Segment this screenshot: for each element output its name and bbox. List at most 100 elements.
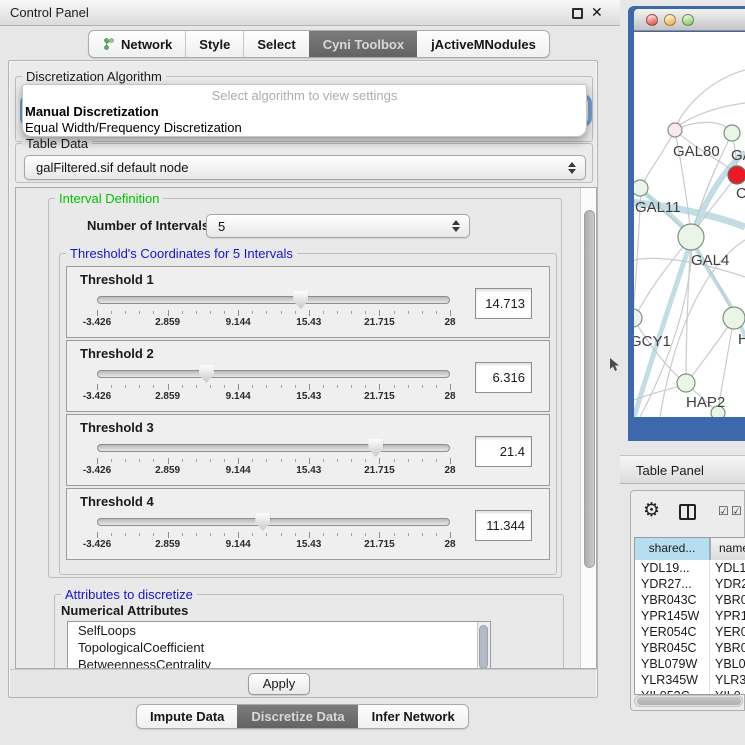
tick-label: 28	[444, 317, 455, 328]
network-node[interactable]	[723, 307, 745, 329]
threshold-row-1: Threshold 1-3.4262.8599.14415.4321.71528…	[66, 266, 550, 338]
select-columns-icon[interactable]: ☑	[718, 504, 729, 518]
network-canvas[interactable]: GAL80GAGAL11CGAL4GCY1HHAP2	[634, 32, 745, 417]
tick-label: 2.859	[155, 539, 180, 550]
threshold-value-field[interactable]: 21.4	[475, 436, 532, 467]
table-row[interactable]: YIL052CYIL0	[635, 688, 745, 695]
vertical-scrollbar-thumb[interactable]	[584, 210, 595, 568]
slider-thumb[interactable]	[368, 439, 383, 457]
tick-mark	[97, 458, 98, 464]
threshold-value-field[interactable]: 11.344	[475, 510, 532, 541]
threshold-label: Threshold 3	[80, 420, 154, 435]
tick-mark	[182, 533, 183, 536]
list-scrollbar[interactable]	[477, 622, 490, 669]
slider-thumb[interactable]	[199, 365, 214, 383]
split-panel-icon[interactable]	[679, 504, 696, 520]
vertical-scrollbar[interactable]	[580, 188, 597, 668]
slider-track[interactable]	[97, 296, 450, 304]
table-row[interactable]: YDL19...YDL1	[635, 560, 745, 576]
tick-mark	[196, 311, 197, 314]
group-title: Table Data	[22, 136, 92, 151]
table-row[interactable]: YLR345WYLR3	[635, 672, 745, 688]
tick-mark	[224, 533, 225, 536]
tab-network[interactable]: Network	[89, 31, 185, 57]
tab-infer-network[interactable]: Infer Network	[358, 705, 468, 728]
column-header-shared-name[interactable]: shared...	[635, 538, 710, 560]
attributes-list[interactable]: SelfLoopsTopologicalCoefficientBetweenne…	[67, 621, 491, 669]
table-row[interactable]: YBR043CYBR0	[635, 592, 745, 608]
tick-label: 21.715	[364, 539, 395, 550]
tick-mark	[379, 384, 380, 390]
threshold-label: Threshold 2	[80, 346, 154, 361]
attribute-item-selfloops[interactable]: SelfLoops	[68, 622, 490, 639]
tab-impute-data[interactable]: Impute Data	[137, 705, 237, 728]
close-icon[interactable]: ✕	[591, 4, 603, 21]
threshold-value-field[interactable]: 6.316	[475, 362, 532, 393]
cell-shared-name: YDL19...	[635, 560, 710, 576]
tick-label: 2.859	[155, 465, 180, 476]
slider-thumb[interactable]	[255, 513, 270, 531]
column-header-name[interactable]: name	[710, 538, 745, 560]
slider-track[interactable]	[97, 518, 450, 526]
tab-cyni-toolbox[interactable]: Cyni Toolbox	[309, 31, 417, 57]
threshold-slider[interactable]	[97, 439, 450, 459]
table-data-combobox[interactable]: galFiltered.sif default node	[24, 155, 586, 180]
tick-mark	[337, 385, 338, 388]
tick-mark	[139, 533, 140, 536]
table-row[interactable]: YBR045CYBR0	[635, 640, 745, 656]
cell-shared-name: YLR345W	[635, 672, 710, 688]
tab-select[interactable]: Select	[243, 31, 308, 57]
tick-mark	[309, 310, 310, 316]
table-row[interactable]: YDR27...YDR2	[635, 576, 745, 592]
algorithm-option-equal-width-frequency-discretization[interactable]: Equal Width/Frequency Discretization	[23, 120, 586, 136]
gear-icon[interactable]: ⚙	[643, 499, 660, 522]
threshold-label: Threshold 1	[80, 272, 154, 287]
tab-discretize-data[interactable]: Discretize Data	[237, 705, 357, 728]
algorithm-option-manual-discretization[interactable]: Manual Discretization	[23, 104, 586, 120]
attribute-item-topologicalcoefficient[interactable]: TopologicalCoefficient	[68, 639, 490, 656]
close-traffic-icon[interactable]	[646, 14, 658, 26]
threshold-slider[interactable]	[97, 291, 450, 311]
threshold-slider[interactable]	[97, 513, 450, 533]
horizontal-scrollbar[interactable]	[634, 695, 743, 707]
tick-label: -3.426	[83, 317, 111, 328]
table-row[interactable]: YBL079WYBL0	[635, 656, 745, 672]
control-panel-tabbar: NetworkStyleSelectCyni Toolbox jActiveMNo…	[88, 30, 550, 58]
combo-arrows-icon	[568, 162, 576, 174]
table-row[interactable]: YER054CYER0	[635, 624, 745, 640]
network-window-titlebar[interactable]	[634, 9, 745, 31]
table-row[interactable]: YPR145WYPR1	[635, 608, 745, 624]
tick-labels: -3.4262.8599.14415.4321.71528	[97, 391, 451, 403]
horizontal-scrollbar-thumb[interactable]	[637, 697, 741, 705]
tab-style[interactable]: Style	[185, 31, 243, 57]
slider-track[interactable]	[97, 370, 450, 378]
node-label-gal11: GAL11	[635, 199, 681, 216]
network-node[interactable]	[634, 309, 642, 327]
attribute-item-betweennesscentrality[interactable]: BetweennessCentrality	[68, 656, 490, 669]
tick-mark	[281, 533, 282, 536]
tick-mark	[168, 310, 169, 316]
zoom-traffic-icon[interactable]	[682, 14, 694, 26]
cell-name: YPR1	[710, 608, 745, 624]
threshold-slider[interactable]	[97, 365, 450, 385]
list-scrollbar-thumb[interactable]	[479, 625, 488, 669]
network-node[interactable]	[678, 224, 704, 250]
float-icon[interactable]	[572, 8, 583, 19]
minimize-traffic-icon[interactable]	[664, 14, 676, 26]
apply-button[interactable]: Apply	[248, 673, 310, 695]
tab-label: jActiveMNodules	[431, 37, 536, 52]
slider-track[interactable]	[97, 444, 450, 452]
select-all-columns-icon[interactable]: ☑	[731, 504, 742, 518]
network-node[interactable]	[668, 123, 682, 137]
tick-mark	[125, 459, 126, 462]
network-node[interactable]	[634, 180, 648, 196]
network-node[interactable]	[724, 125, 740, 141]
cell-name: YLR3	[710, 672, 745, 688]
slider-thumb[interactable]	[293, 291, 308, 309]
tick-mark	[351, 533, 352, 536]
num-intervals-combobox[interactable]: 5	[206, 214, 470, 238]
tab-jactivemnodules[interactable]: jActiveMNodules	[417, 31, 549, 57]
network-node-selected[interactable]	[728, 166, 745, 184]
threshold-value-field[interactable]: 14.713	[475, 288, 532, 319]
network-node[interactable]	[677, 374, 695, 392]
